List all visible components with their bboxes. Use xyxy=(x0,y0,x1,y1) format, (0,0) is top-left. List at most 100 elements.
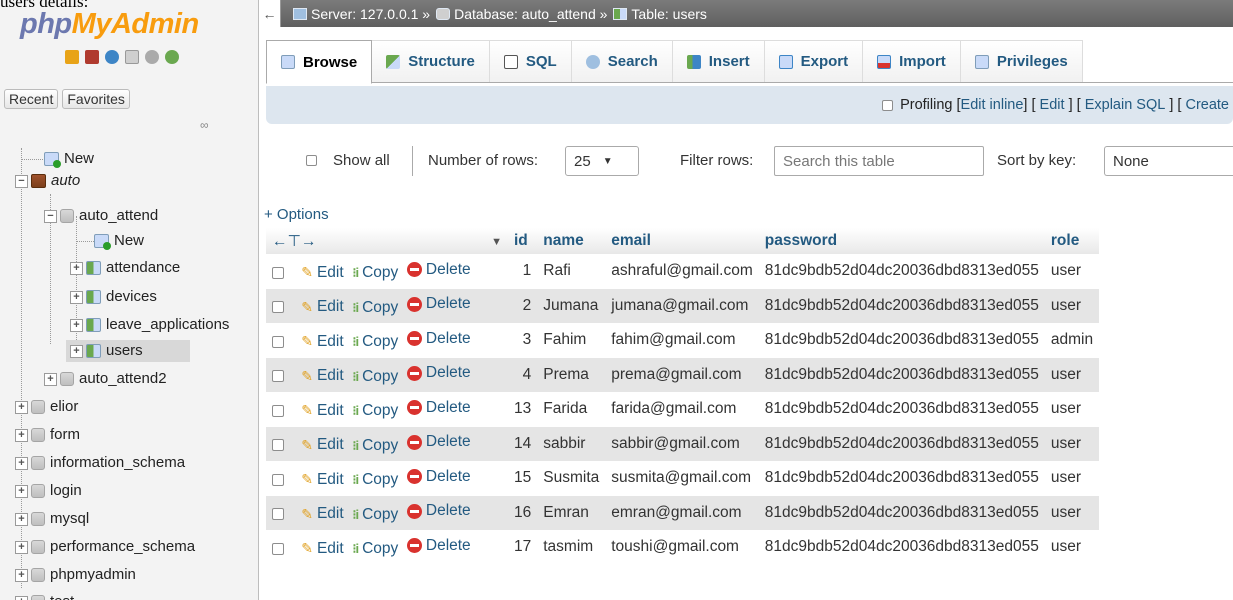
settings-gear-icon[interactable] xyxy=(145,50,159,64)
edit-row-button[interactable]: ✎ Edit xyxy=(301,298,343,316)
cell-role[interactable]: user xyxy=(1044,254,1100,289)
cell-password[interactable]: 81dc9bdb52d04dc20036dbd8313ed055 xyxy=(758,461,1045,496)
expand-icon[interactable]: + xyxy=(70,261,83,275)
tab-export[interactable]: Export xyxy=(764,40,864,82)
tree-item-leave-applications[interactable]: + leave_applications xyxy=(70,314,229,336)
delete-row-button[interactable]: Delete xyxy=(406,537,471,555)
row-checkbox[interactable] xyxy=(272,370,284,383)
column-header-id[interactable]: id xyxy=(508,228,538,254)
tab-browse[interactable]: Browse xyxy=(266,40,373,84)
panel-divider[interactable] xyxy=(258,0,259,600)
edit-link[interactable]: Edit xyxy=(1040,97,1065,113)
back-arrow-icon[interactable]: ← xyxy=(259,0,281,27)
documentation-icon[interactable] xyxy=(125,50,139,64)
table-row[interactable]: ✎ Edit ⁝i Copy Delete 3 Fahim fahim@gmail.com… xyxy=(266,323,1100,358)
column-header-password[interactable]: password xyxy=(758,228,1045,254)
profiling-checkbox[interactable] xyxy=(882,99,894,111)
table-row[interactable]: ✎ Edit ⁝i Copy Delete 13 Farida farida@gmail.… xyxy=(266,392,1100,427)
cell-id[interactable]: 3 xyxy=(508,323,538,358)
copy-row-button[interactable]: ⁝i Copy xyxy=(352,506,398,524)
tab-privileges[interactable]: Privileges xyxy=(960,40,1083,82)
row-checkbox[interactable] xyxy=(272,542,284,555)
cell-id[interactable]: 13 xyxy=(508,392,538,427)
cell-name[interactable]: Jumana xyxy=(537,288,606,323)
number-of-rows-select[interactable]: 25 ▼ xyxy=(565,146,639,176)
help-icon[interactable] xyxy=(105,50,119,64)
cell-id[interactable]: 14 xyxy=(508,426,538,461)
cell-password[interactable]: 81dc9bdb52d04dc20036dbd8313ed055 xyxy=(758,254,1045,289)
tree-item-login[interactable]: + login xyxy=(15,480,82,502)
column-header-email[interactable]: email xyxy=(605,228,759,254)
cell-password[interactable]: 81dc9bdb52d04dc20036dbd8313ed055 xyxy=(758,288,1045,323)
expand-icon[interactable]: + xyxy=(70,290,83,304)
options-link[interactable]: + Options xyxy=(264,206,329,223)
edit-row-button[interactable]: ✎ Edit xyxy=(301,436,343,454)
expand-icon[interactable]: + xyxy=(44,372,57,386)
cell-id[interactable]: 1 xyxy=(508,254,538,289)
cell-email[interactable]: farida@gmail.com xyxy=(605,392,759,427)
cell-email[interactable]: jumana@gmail.com xyxy=(605,288,759,323)
cell-role[interactable]: user xyxy=(1044,530,1100,565)
table-row[interactable]: ✎ Edit ⁝i Copy Delete 4 Prema prema@gmail.com… xyxy=(266,357,1100,392)
edit-inline-link[interactable]: Edit inline xyxy=(961,97,1024,113)
tree-item-auto-attend[interactable]: − auto_attend xyxy=(44,205,158,227)
tree-item-attendance[interactable]: + attendance xyxy=(70,257,180,279)
tree-item-information-schema[interactable]: + information_schema xyxy=(15,452,185,474)
tree-item-performance-schema[interactable]: + performance_schema xyxy=(15,536,195,558)
copy-row-button[interactable]: ⁝i Copy xyxy=(352,299,398,317)
tree-item-test[interactable]: + test xyxy=(15,591,74,600)
expand-icon[interactable]: + xyxy=(15,540,28,554)
cell-id[interactable]: 16 xyxy=(508,495,538,530)
delete-row-button[interactable]: Delete xyxy=(406,399,471,417)
breadcrumb-table[interactable]: Table: users xyxy=(631,6,706,22)
show-all-checkbox[interactable] xyxy=(306,155,317,166)
table-row[interactable]: ✎ Edit ⁝i Copy Delete 2 Jumana jumana@gmail.c… xyxy=(266,288,1100,323)
edit-row-button[interactable]: ✎ Edit xyxy=(301,402,343,420)
table-row[interactable]: ✎ Edit ⁝i Copy Delete 17 tasmim toushi@gmail.… xyxy=(266,530,1100,565)
cell-name[interactable]: Fahim xyxy=(537,323,606,358)
tree-item-mysql[interactable]: + mysql xyxy=(15,508,89,530)
cell-role[interactable]: user xyxy=(1044,461,1100,496)
column-header-name[interactable]: name xyxy=(537,228,606,254)
edit-row-button[interactable]: ✎ Edit xyxy=(301,505,343,523)
edit-row-button[interactable]: ✎ Edit xyxy=(301,471,343,489)
expand-icon[interactable]: + xyxy=(15,568,28,582)
cell-password[interactable]: 81dc9bdb52d04dc20036dbd8313ed055 xyxy=(758,357,1045,392)
cell-id[interactable]: 15 xyxy=(508,461,538,496)
expand-icon[interactable]: + xyxy=(15,512,28,526)
cell-password[interactable]: 81dc9bdb52d04dc20036dbd8313ed055 xyxy=(758,426,1045,461)
cell-password[interactable]: 81dc9bdb52d04dc20036dbd8313ed055 xyxy=(758,495,1045,530)
link-chain-icon[interactable]: ∞ xyxy=(200,118,209,132)
tab-structure[interactable]: Structure xyxy=(372,40,490,82)
tree-item-new[interactable]: New xyxy=(44,148,94,170)
tree-item-devices[interactable]: + devices xyxy=(70,286,157,308)
expand-icon[interactable]: + xyxy=(15,595,28,600)
delete-row-button[interactable]: Delete xyxy=(406,502,471,520)
copy-row-button[interactable]: ⁝i Copy xyxy=(352,368,398,386)
delete-row-button[interactable]: Delete xyxy=(406,433,471,451)
copy-row-button[interactable]: ⁝i Copy xyxy=(352,437,398,455)
edit-row-button[interactable]: ✎ Edit xyxy=(301,333,343,351)
expand-icon[interactable]: + xyxy=(15,484,28,498)
copy-row-button[interactable]: ⁝i Copy xyxy=(352,333,398,351)
home-icon[interactable] xyxy=(65,50,79,64)
breadcrumb-database[interactable]: Database: auto_attend » xyxy=(454,6,607,22)
cell-email[interactable]: sabbir@gmail.com xyxy=(605,426,759,461)
edit-row-button[interactable]: ✎ Edit xyxy=(301,264,343,282)
cell-name[interactable]: Farida xyxy=(537,392,606,427)
tree-item-users[interactable]: + users xyxy=(66,340,190,362)
tree-item-auto-attend2[interactable]: + auto_attend2 xyxy=(44,368,167,390)
copy-row-button[interactable]: ⁝i Copy xyxy=(352,264,398,282)
copy-row-button[interactable]: ⁝i Copy xyxy=(352,402,398,420)
expand-icon[interactable]: + xyxy=(15,428,28,442)
expand-icon[interactable]: + xyxy=(15,400,28,414)
filter-rows-input[interactable]: Search this table xyxy=(774,146,984,176)
column-header-role[interactable]: role xyxy=(1044,228,1100,254)
reload-icon[interactable] xyxy=(165,50,179,64)
cell-password[interactable]: 81dc9bdb52d04dc20036dbd8313ed055 xyxy=(758,530,1045,565)
cell-id[interactable]: 2 xyxy=(508,288,538,323)
edit-row-button[interactable]: ✎ Edit xyxy=(301,540,343,558)
sort-dropdown-icon[interactable]: ▼ xyxy=(491,232,502,248)
table-row[interactable]: ✎ Edit ⁝i Copy Delete 16 Emran emran@gmail.co… xyxy=(266,495,1100,530)
tree-item-auto-attend-new[interactable]: New xyxy=(94,230,144,252)
